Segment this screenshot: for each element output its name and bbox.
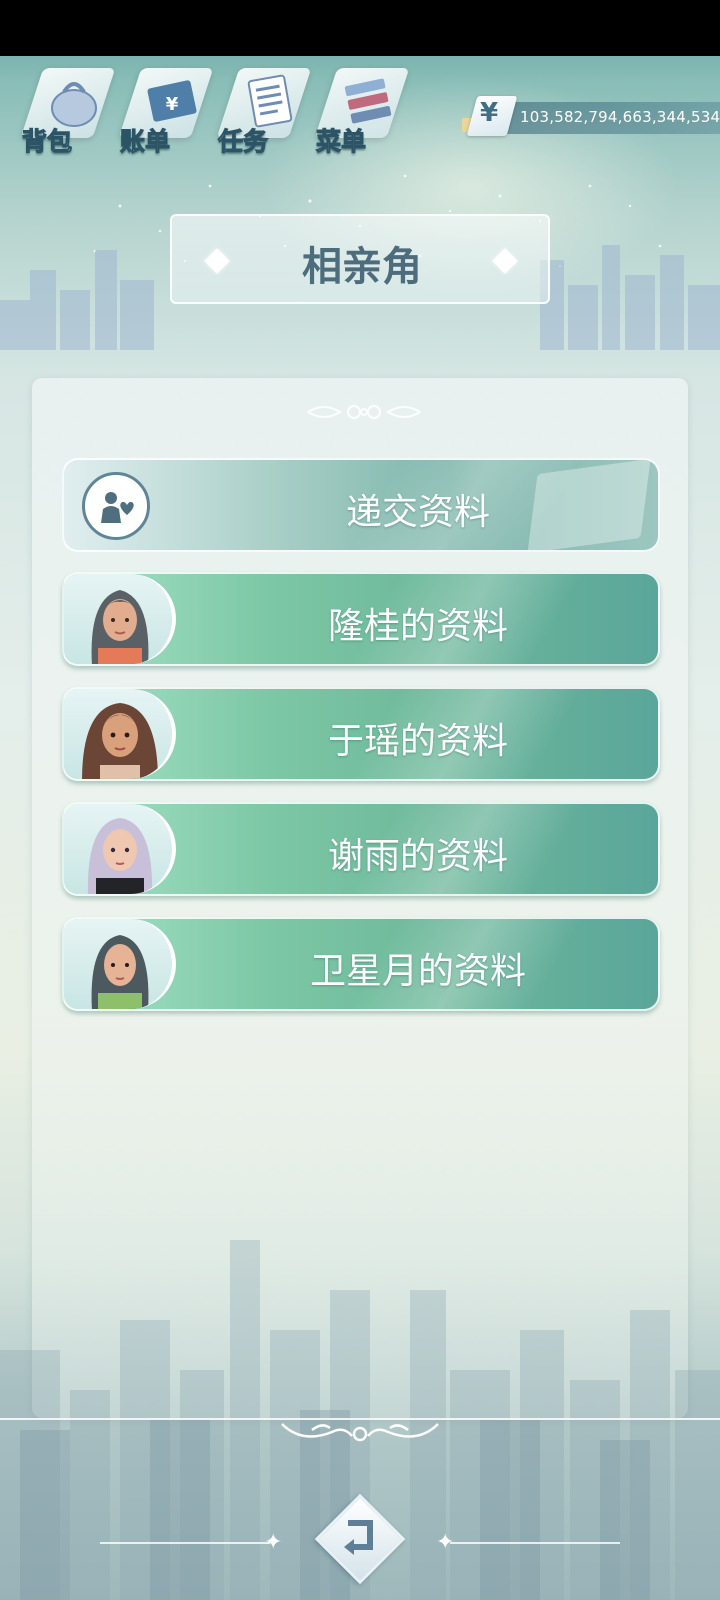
menu-label: 菜单	[315, 127, 367, 157]
sparkle-icon: ✦	[264, 1530, 283, 1555]
profile-item-weixingyue[interactable]: 卫星月的资料	[62, 917, 660, 1011]
profile-item-xieyu[interactable]: 谢雨的资料	[62, 802, 660, 896]
back-button[interactable]	[314, 1493, 406, 1585]
submit-profile-label: 递交资料	[345, 492, 490, 533]
bill-label: 账单	[119, 127, 171, 157]
status-bar	[0, 0, 720, 56]
currency-display: ¥ 103,582,794,663,344,534	[458, 96, 720, 136]
profile-label: 隆桂的资料	[327, 606, 508, 647]
task-label: 任务	[217, 127, 269, 157]
avatar-yuyao	[64, 689, 176, 779]
bag-label: 背包	[21, 127, 73, 157]
currency-value: 103,582,794,663,344,534	[520, 108, 720, 126]
avatar-longgui	[64, 574, 176, 664]
profile-label: 于瑶的资料	[327, 721, 508, 762]
divider-line	[100, 1542, 270, 1544]
sparkle-icon: ✦	[436, 1530, 455, 1555]
avatar-xieyu	[64, 804, 176, 894]
ornament-icon	[307, 405, 421, 419]
divider-line	[450, 1542, 620, 1544]
bill-button[interactable]: ¥ 账单	[116, 62, 214, 158]
bag-button[interactable]: 背包	[18, 62, 116, 158]
yen-icon: ¥	[480, 98, 499, 128]
menu-button[interactable]: 菜单	[312, 62, 410, 158]
top-toolbar: 背包 ¥ 账单 任务 菜单	[18, 62, 438, 162]
back-arrow-icon	[344, 1520, 373, 1555]
profile-item-longgui[interactable]: 隆桂的资料	[62, 572, 660, 666]
submit-profile-button[interactable]: 递交资料	[62, 458, 660, 552]
svg-text:¥: ¥	[166, 94, 179, 115]
profile-label: 卫星月的资料	[309, 951, 526, 992]
scroll-ornament-icon	[281, 1423, 439, 1442]
page-title-banner: 相亲角	[170, 214, 550, 304]
profile-label: 谢雨的资料	[327, 836, 508, 877]
task-button[interactable]: 任务	[214, 62, 312, 158]
avatar-weixingyue	[64, 919, 176, 1009]
couple-heart-icon	[82, 472, 150, 540]
profile-item-yuyao[interactable]: 于瑶的资料	[62, 687, 660, 781]
